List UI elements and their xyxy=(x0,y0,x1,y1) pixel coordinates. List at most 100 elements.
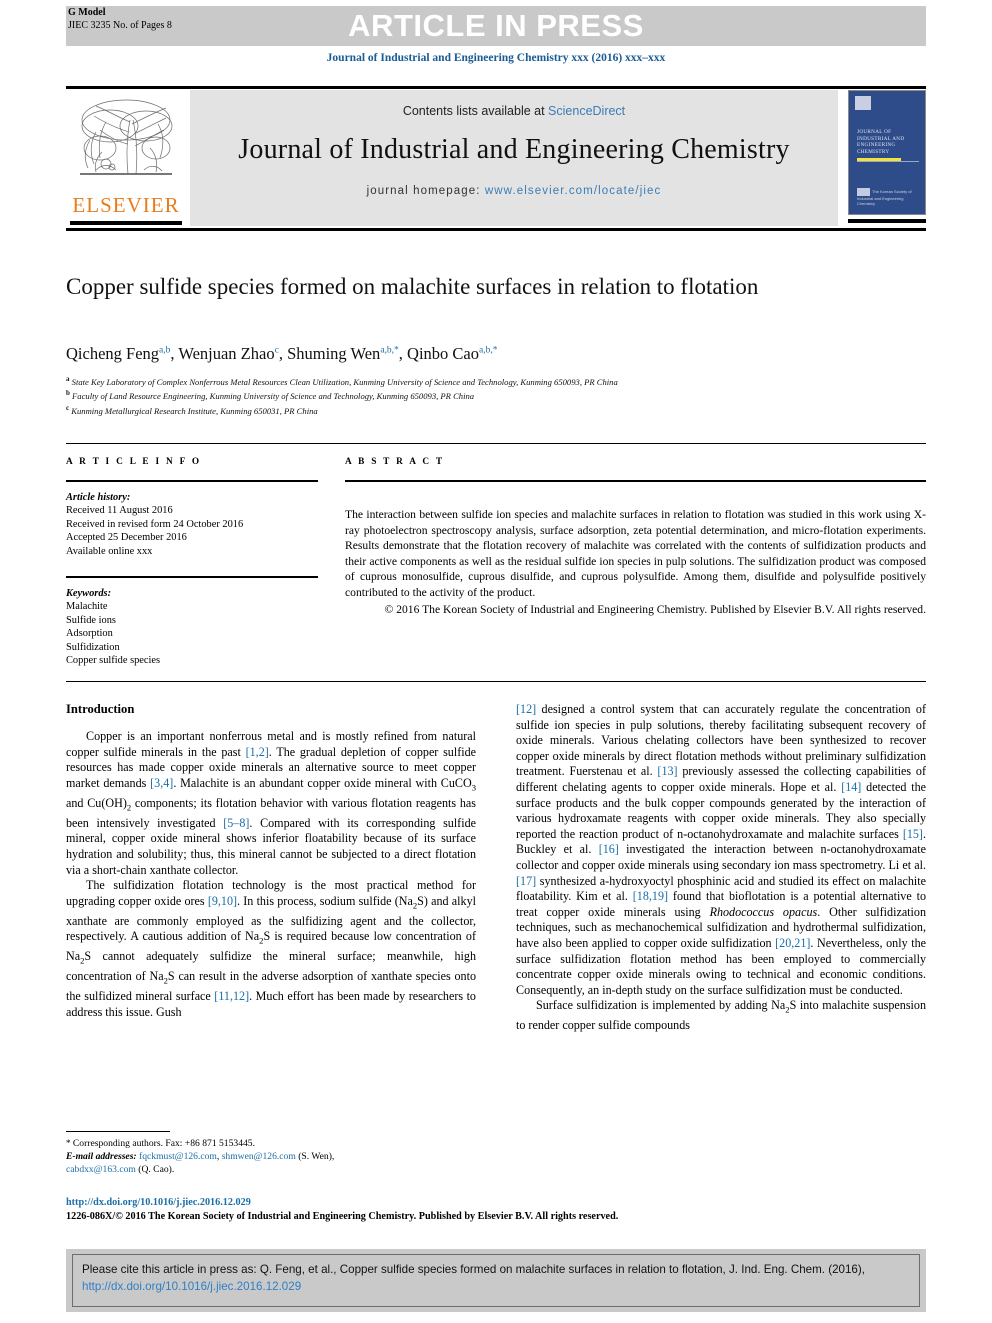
journal-society-mark-icon xyxy=(855,96,871,110)
contents-available-line: Contents lists available at ScienceDirec… xyxy=(190,104,838,118)
email-affil-2: (Q. Cao). xyxy=(138,1163,175,1175)
affiliation-item: a State Key Laboratory of Complex Nonfer… xyxy=(66,375,618,387)
abstract-heading: A B S T R A C T xyxy=(345,457,445,467)
affiliation-marker: a xyxy=(66,375,70,383)
history-item: Accepted 25 December 2016 xyxy=(66,532,187,544)
keyword-item: Sulfide ions xyxy=(66,614,116,626)
article-in-press-label: ARTICLE IN PRESS xyxy=(348,8,644,43)
masthead-rule-bottom xyxy=(66,228,926,231)
info-section-rule-top xyxy=(66,443,926,444)
email-link-1[interactable]: fqckmust@126.com xyxy=(139,1151,217,1162)
citation-ref[interactable]: [13] xyxy=(657,764,677,778)
keyword-item: Malachite xyxy=(66,601,108,613)
cover-baseline-rule xyxy=(848,219,926,223)
keyword-item: Copper sulfide species xyxy=(66,655,161,667)
email-affil-1: (S. Wen), xyxy=(298,1150,335,1162)
keyword-item: Sulfidization xyxy=(66,641,120,653)
citation-ref[interactable]: [9,10] xyxy=(208,894,237,908)
affiliation-marker: c xyxy=(66,403,70,412)
abstract-rule xyxy=(345,480,926,482)
keywords-block: Keywords: Malachite Sulfide ions Adsorpt… xyxy=(66,587,318,667)
cite-this-article-text: Please cite this article in press as: Q.… xyxy=(82,1261,912,1295)
footnote-block: * Corresponding authors. Fax: +86 871 51… xyxy=(66,1137,476,1176)
email-addresses-label: E-mail addresses: xyxy=(66,1150,137,1162)
affiliation-item: b Faculty of Land Resource Engineering, … xyxy=(66,389,475,402)
history-item: Received 11 August 2016 xyxy=(66,505,173,517)
body-column-right: [12] designed a control system that can … xyxy=(516,702,926,1034)
g-model-line2: JIEC 3235 No. of Pages 8 xyxy=(68,19,172,31)
citation-ref[interactable]: [11,12] xyxy=(214,989,249,1003)
article-info-rule xyxy=(66,480,318,482)
email-link-2[interactable]: shmwen@126.com xyxy=(222,1151,296,1162)
affiliation-list: a State Key Laboratory of Complex Nonfer… xyxy=(66,374,926,417)
citation-ref[interactable]: [1,2] xyxy=(246,745,269,759)
issn-copyright-line: 1226-086X/© 2016 The Korean Society of I… xyxy=(66,1211,619,1222)
author-list: Qicheng Fenga,b, Wenjuan Zhaoc, Shuming … xyxy=(66,344,498,363)
elsevier-logo: ELSEVIER xyxy=(66,92,186,225)
body-paragraph: Copper is an important nonferrous metal … xyxy=(66,729,476,877)
elsevier-rule xyxy=(70,221,182,225)
journal-homepage-link[interactable]: www.elsevier.com/locate/jiec xyxy=(485,185,662,197)
abstract-column: A B S T R A C T The interaction between … xyxy=(345,457,926,617)
footnote-rule xyxy=(66,1131,170,1132)
g-model-line1: G Model xyxy=(68,7,106,18)
page-title: Copper sulfide species formed on malachi… xyxy=(66,274,759,299)
corresponding-author-text: Corresponding authors. Fax: +86 871 5153… xyxy=(72,1138,255,1149)
history-item: Available online xxx xyxy=(66,545,153,557)
corresponding-author-note: * Corresponding authors. Fax: +86 871 51… xyxy=(66,1137,476,1151)
citation-ref[interactable]: [5–8] xyxy=(223,816,249,830)
contents-prefix: Contents lists available at xyxy=(402,104,549,118)
asterisk-icon: * xyxy=(66,1138,71,1148)
citation-ref[interactable]: [18,19] xyxy=(633,889,668,903)
citation-ref[interactable]: [12] xyxy=(516,702,536,716)
abstract-copyright: © 2016 The Korean Society of Industrial … xyxy=(384,602,927,616)
article-info-heading: A R T I C L E I N F O xyxy=(66,457,202,467)
affiliation-item: c Kunming Metallurgical Research Institu… xyxy=(66,403,318,416)
email-note: E-mail addresses: fqckmust@126.com, shmw… xyxy=(66,1150,335,1175)
doi-link[interactable]: http://dx.doi.org/10.1016/j.jiec.2016.12… xyxy=(66,1196,926,1210)
email-link-3[interactable]: cabdxx@163.com xyxy=(66,1164,136,1175)
body-paragraph: The sulfidization flotation technology i… xyxy=(66,878,476,1019)
section-heading-introduction: Introduction xyxy=(66,702,135,716)
abstract-body: The interaction between sulfide ion spec… xyxy=(345,508,926,599)
article-in-press-banner: ARTICLE IN PRESS xyxy=(66,6,926,46)
elsevier-tree-icon xyxy=(66,92,186,192)
journal-title: Journal of Industrial and Engineering Ch… xyxy=(238,134,790,165)
article-history-block: Article history: Received 11 August 2016… xyxy=(66,491,318,558)
history-item: Received in revised form 24 October 2016 xyxy=(66,518,244,530)
keywords-label: Keywords: xyxy=(66,588,112,600)
body-paragraph: Surface sulfidization is implemented by … xyxy=(516,998,926,1033)
g-model-note: G Model JIEC 3235 No. of Pages 8 xyxy=(68,7,172,32)
citation-ref[interactable]: [3,4] xyxy=(150,776,173,790)
journal-running-head: Journal of Industrial and Engineering Ch… xyxy=(326,52,666,64)
citation-ref[interactable]: [14] xyxy=(841,780,861,794)
cover-society-footer: The Korean Society of Industrial and Eng… xyxy=(857,188,919,206)
masthead-rule-top xyxy=(66,86,926,89)
cover-society-logo-icon xyxy=(857,188,870,196)
keyword-item: Adsorption xyxy=(66,628,113,640)
masthead-center: Contents lists available at ScienceDirec… xyxy=(190,90,838,226)
homepage-prefix: journal homepage: xyxy=(366,185,485,197)
sciencedirect-link[interactable]: ScienceDirect xyxy=(548,104,625,118)
journal-cover-thumbnail: Journal of Industrial and Engineering Ch… xyxy=(848,90,926,215)
article-history-label: Article history: xyxy=(66,492,131,503)
cover-divider xyxy=(857,161,919,162)
info-section-rule-bottom xyxy=(66,681,926,682)
doi-block: http://dx.doi.org/10.1016/j.jiec.2016.12… xyxy=(66,1196,926,1224)
cite-doi-link[interactable]: http://dx.doi.org/10.1016/j.jiec.2016.12… xyxy=(82,1280,301,1293)
citation-ref[interactable]: [16] xyxy=(599,842,619,856)
article-info-column: A R T I C L E I N F O Article history: R… xyxy=(66,457,318,667)
body-paragraph: [12] designed a control system that can … xyxy=(516,702,927,997)
journal-homepage-line: journal homepage: www.elsevier.com/locat… xyxy=(190,185,838,197)
citation-ref[interactable]: [15] xyxy=(903,827,923,841)
citation-ref[interactable]: [20,21] xyxy=(775,936,810,950)
article-page: ARTICLE IN PRESS G Model JIEC 3235 No. o… xyxy=(0,0,992,1323)
body-column-left: Introduction Copper is an important nonf… xyxy=(66,702,476,1021)
cite-text-body: Please cite this article in press as: Q.… xyxy=(82,1263,865,1276)
elsevier-wordmark: ELSEVIER xyxy=(72,193,180,217)
citation-ref[interactable]: [17] xyxy=(516,874,536,888)
keywords-rule xyxy=(66,576,318,579)
cite-this-article-box: Please cite this article in press as: Q.… xyxy=(66,1249,926,1312)
cover-journal-title: Journal of Industrial and Engineering Ch… xyxy=(857,129,905,155)
cover-accent-bar xyxy=(857,158,901,161)
